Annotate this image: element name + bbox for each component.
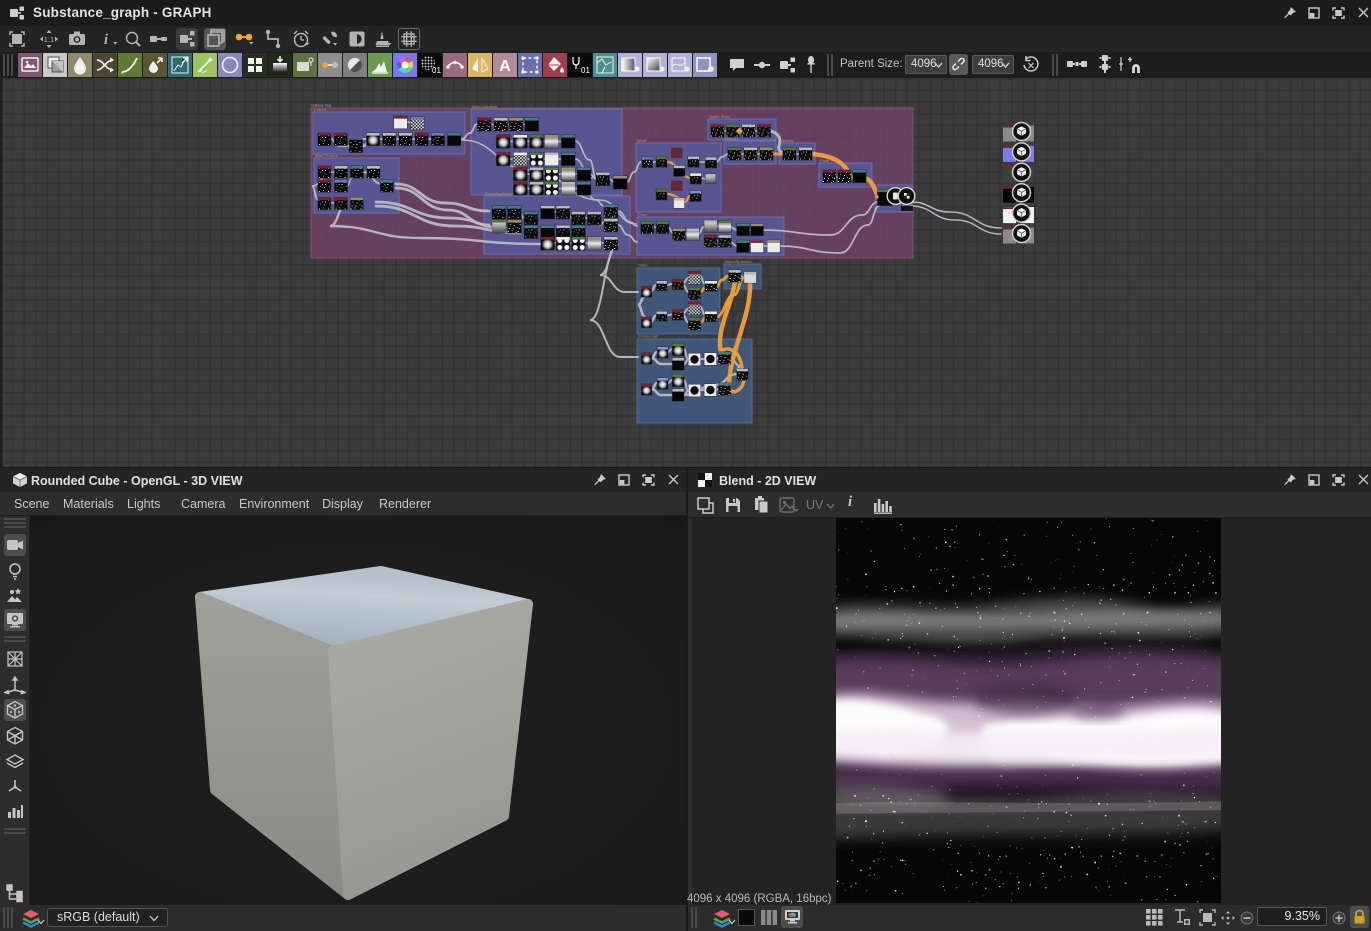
svg-text:Cutout: Cutout [314, 107, 327, 112]
svg-text:NumbSparkers: NumbSparkers [725, 259, 752, 264]
svg-text:Post Map/Nodes: Post Map/Nodes [485, 191, 515, 196]
svg-text:Main Texture: Main Texture [315, 153, 339, 158]
svg-text:Wind: Wind [637, 138, 646, 143]
svg-text:Spark Stars: Spark Stars [709, 114, 730, 119]
svg-text:Smoke trail: Smoke trail [638, 334, 658, 339]
svg-text:A: A [499, 58, 511, 75]
svg-text:01: 01 [581, 66, 590, 75]
svg-text:Floor: Floor [638, 212, 648, 217]
svg-text:Stars: Stars [638, 263, 647, 268]
svg-text:Opacity: Opacity [780, 138, 794, 143]
svg-text:i: i [104, 32, 109, 48]
svg-text:1:1: 1:1 [44, 35, 54, 44]
svg-text:Main Gradient: Main Gradient [472, 104, 498, 109]
svg-text:01: 01 [432, 66, 441, 75]
